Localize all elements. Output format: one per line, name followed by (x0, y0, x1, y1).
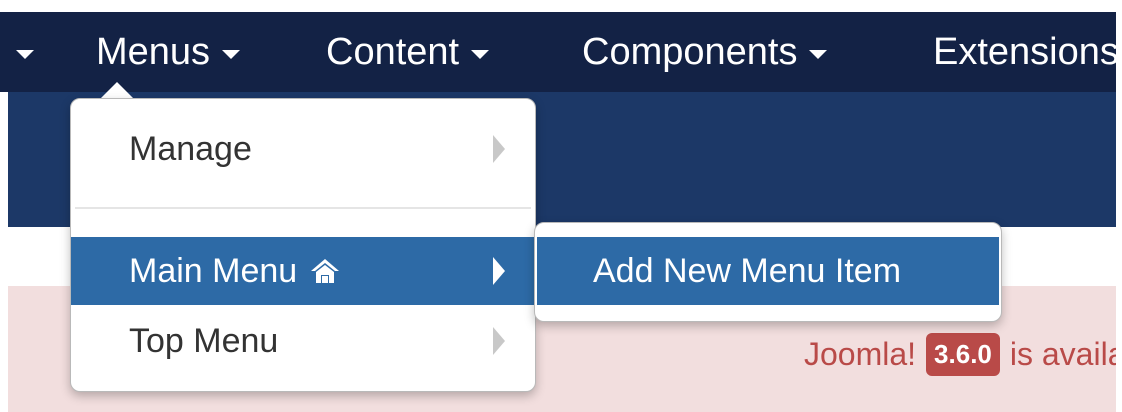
caret-down-icon (471, 49, 490, 59)
top-navbar: Menus Content Components Extensions (0, 12, 1116, 92)
menu-item-main-menu[interactable]: Main Menu (71, 237, 535, 305)
menu-item-label: Top Menu (129, 321, 279, 360)
chevron-right-icon (493, 257, 505, 285)
nav-item-extensions[interactable]: Extensions (933, 12, 1116, 92)
submenu-item-label: Add New Menu Item (593, 251, 902, 290)
nav-item-menus[interactable]: Menus (96, 12, 241, 92)
nav-item-previous[interactable] (8, 12, 34, 92)
menus-dropdown: Manage Main Menu Top Menu (70, 98, 536, 392)
nav-item-label: Extensions (933, 30, 1116, 73)
alert-prefix: Joomla! (804, 335, 917, 372)
menu-item-top-menu[interactable]: Top Menu (71, 307, 535, 375)
menu-item-manage[interactable]: Manage (71, 115, 535, 183)
menu-item-label: Main Menu (129, 251, 298, 290)
caret-down-icon (809, 49, 828, 59)
nav-item-label: Menus (96, 30, 211, 73)
menu-item-label: Manage (129, 129, 252, 168)
top-strip (0, 0, 1122, 12)
chevron-right-icon (493, 327, 505, 355)
chevron-right-icon (493, 135, 505, 163)
nav-item-content[interactable]: Content (326, 12, 490, 92)
caret-down-icon (16, 49, 34, 59)
nav-item-label: Components (582, 30, 798, 73)
nav-item-label: Content (326, 30, 460, 73)
menu-divider (75, 207, 531, 209)
nav-item-components[interactable]: Components (582, 12, 828, 92)
main-menu-submenu: Add New Menu Item (534, 222, 1002, 322)
update-alert-text: Joomla! 3.6.0 is available (804, 330, 1116, 378)
caret-down-icon (222, 49, 241, 59)
add-new-menu-item[interactable]: Add New Menu Item (537, 237, 999, 305)
alert-suffix: is available (1009, 335, 1116, 372)
dropdown-pointer (100, 82, 134, 99)
home-icon (311, 259, 340, 283)
version-badge: 3.6.0 (926, 332, 1000, 376)
